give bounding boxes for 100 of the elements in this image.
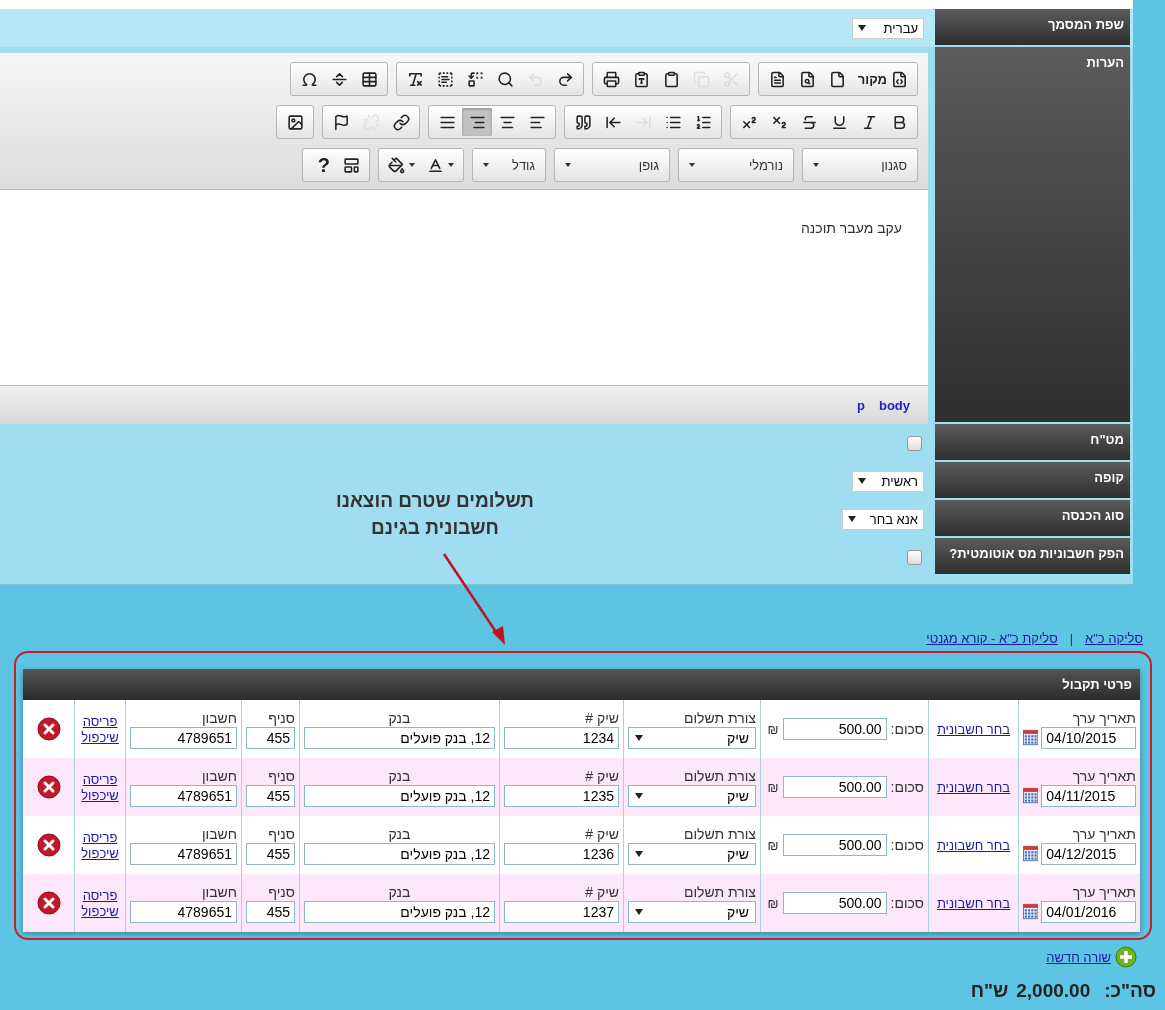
row-action-link[interactable]: פריסה [82,887,118,903]
date-field[interactable]: 04/11/2015 [1041,784,1136,807]
branch-field[interactable]: 455 [246,784,295,807]
format-dropdown[interactable]: סגנון [802,148,918,182]
row-action-link[interactable]: פריסה [82,829,118,845]
row-action-link[interactable]: פריסה [82,713,118,729]
field-label: שפת המסמך [935,9,1130,47]
field-label: בנק [388,883,411,900]
date-field[interactable]: 04/10/2015 [1041,726,1136,749]
account-field[interactable]: 4789651 [130,784,237,807]
card-reader-link[interactable]: סליקת כ"א - קורא מגנטי [926,630,1058,646]
field-label: צורת תשלום [682,709,756,726]
checkbox[interactable] [907,435,922,451]
element-path-link[interactable]: body [878,397,910,413]
field-label: מט"ח [935,424,1130,462]
field-label: חשבון [200,709,237,726]
undo-icon [526,70,544,88]
check-number-field[interactable]: 1234 [504,726,619,749]
dropdown[interactable]: ראשית [852,470,924,492]
amount-field[interactable]: 500.00 [782,776,887,798]
field-label: חשבון [200,883,237,900]
field-label: תאריך ערך [1071,767,1136,784]
field-label: סכום: [890,895,924,911]
total-currency: ש"ח [970,980,1009,1002]
numbered-list-icon [695,113,712,131]
delete-icon[interactable] [36,833,61,857]
delete-icon[interactable] [36,775,61,799]
field-label: שיק # [584,709,619,726]
caret-icon [858,478,866,484]
account-field[interactable]: 4789651 [130,842,237,865]
amount-field[interactable]: 500.00 [782,718,887,740]
dropdown[interactable]: עברית [852,17,924,39]
caret-icon [635,908,643,915]
row-action-link[interactable]: שיכפול [81,845,119,861]
document-icon [768,70,786,88]
payment-method-dropdown[interactable]: שיק [628,900,756,923]
row-action-link[interactable]: שיכפול [81,729,119,745]
date-field[interactable]: 04/12/2015 [1041,842,1136,865]
card-clearing-link[interactable]: סליקה כ"א [1085,630,1143,646]
field-label: הפק חשבוניות מס אוטומטית? [935,538,1130,576]
payment-method-dropdown[interactable]: שיק [628,784,756,807]
field-label: שיק # [584,883,619,900]
choose-invoice-link[interactable]: בחר חשבונית [936,837,1011,853]
field-label: שיק # [584,825,619,842]
format-dropdown[interactable]: גופן [554,148,670,182]
add-icon[interactable] [1115,946,1137,968]
bold-icon [891,113,908,131]
caret-icon [813,163,819,167]
branch-field[interactable]: 455 [246,726,295,749]
choose-invoice-link[interactable]: בחר חשבונית [936,895,1011,911]
checkbox[interactable] [907,549,922,565]
amount-field[interactable]: 500.00 [782,834,887,856]
row-action-link[interactable]: שיכפול [81,903,119,919]
toolbar-button[interactable] [462,108,492,136]
payment-method-dropdown[interactable]: שיק [628,842,756,865]
delete-icon[interactable] [36,891,61,915]
calendar-icon [1023,787,1039,804]
check-number-field[interactable]: 1235 [504,784,619,807]
date-field[interactable]: 04/01/2016 [1041,900,1136,923]
toolbar-button[interactable]: מקור [851,65,914,93]
currency-symbol: ₪ [767,779,779,795]
account-field[interactable]: 4789651 [130,900,237,923]
row-action-link[interactable]: שיכפול [81,787,119,803]
branch-field[interactable]: 455 [246,900,295,923]
choose-invoice-link[interactable]: בחר חשבונית [936,721,1011,737]
delete-icon[interactable] [36,717,61,741]
text-select-icon [436,70,454,88]
omega-icon [300,70,318,88]
bank-field[interactable]: 12, בנק פועלים [304,784,495,807]
element-path-link[interactable]: p [857,397,865,413]
field-label: תאריך ערך [1071,883,1136,900]
amount-field[interactable]: 500.00 [782,892,887,914]
field-label: שיק # [584,767,619,784]
blank-page-icon [828,70,846,88]
field-label: צורת תשלום [682,825,756,842]
field-label: קופה [935,462,1130,500]
choose-invoice-link[interactable]: בחר חשבונית [936,779,1011,795]
check-number-field[interactable]: 1237 [504,900,619,923]
account-field[interactable]: 4789651 [130,726,237,749]
bank-field[interactable]: 12, בנק פועלים [304,900,495,923]
format-dropdown[interactable]: נורמלי [678,148,794,182]
unlink-icon [363,113,380,131]
copy-icon [692,70,710,88]
row-action-link[interactable]: פריסה [82,771,118,787]
check-number-field[interactable]: 1236 [504,842,619,865]
branch-field[interactable]: 455 [246,842,295,865]
annotation-text: תשלומים שטרם הוצאנו חשבונית בגינם [335,489,535,540]
toolbar-button[interactable]: ? [306,151,336,179]
field-label: בנק [388,767,411,784]
new-row-link[interactable]: שורה חדשה [1046,949,1111,965]
currency-symbol: ₪ [767,837,779,853]
total-label: סה"כ: [1104,980,1156,1002]
field-label: סניף [267,767,295,784]
field-label: בנק [388,825,411,842]
format-dropdown[interactable]: גודל [472,148,546,182]
payment-method-dropdown[interactable]: שיק [628,726,756,749]
code-file-icon [891,70,908,88]
bank-field[interactable]: 12, בנק פועלים [304,726,495,749]
bank-field[interactable]: 12, בנק פועלים [304,842,495,865]
dropdown[interactable]: אנא בחר [841,508,924,530]
